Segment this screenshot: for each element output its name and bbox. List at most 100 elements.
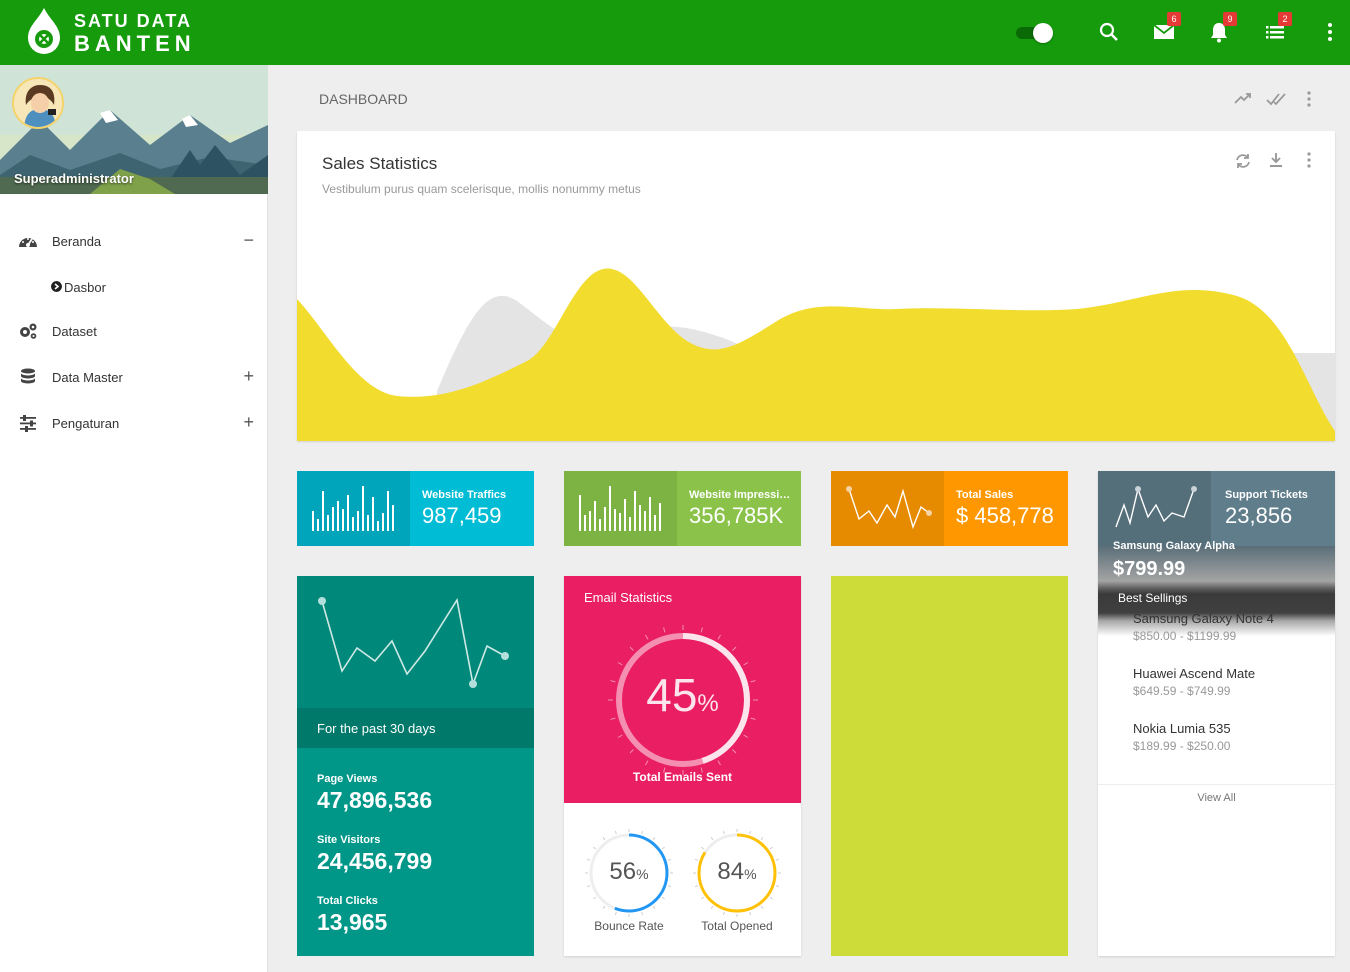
toggle-knob xyxy=(1033,23,1053,43)
section-label: Best Sellings xyxy=(1118,591,1188,605)
product-price: $850.00 - $1199.99 xyxy=(1133,629,1237,643)
brand-line-2: BANTEN xyxy=(74,31,196,56)
stat-value: 23,856 xyxy=(1225,503,1293,528)
sidebar: Superadministrator Beranda − Dasbor Data… xyxy=(0,65,268,972)
product-name[interactable]: Huawei Ascend Mate xyxy=(1133,666,1255,681)
sidebar-item-data-master[interactable]: Data Master + xyxy=(0,354,268,400)
gauge-tick xyxy=(645,760,649,766)
gauge-tick xyxy=(710,837,714,841)
sidebar-item-label: Data Master xyxy=(52,370,123,385)
username: Superadministrator xyxy=(14,171,134,186)
expand-icon[interactable]: + xyxy=(243,412,254,433)
more-vert-icon[interactable] xyxy=(1302,90,1316,108)
sidebar-item-dataset[interactable]: Dataset xyxy=(0,308,268,354)
product-name[interactable]: Nokia Lumia 535 xyxy=(1133,721,1231,736)
gauge-tick xyxy=(769,846,773,850)
gauge-tick xyxy=(614,830,617,835)
sparkline-line xyxy=(1098,471,1211,546)
more-vert-icon[interactable] xyxy=(1318,20,1342,44)
product-name[interactable]: Samsung Galaxy Note 4 xyxy=(1133,611,1274,626)
gauge-label: Total Opened xyxy=(701,919,773,933)
kpi-value: 13,965 xyxy=(317,909,388,935)
profile-banner: Superadministrator xyxy=(0,65,268,194)
gauge-tick xyxy=(661,846,665,850)
gauge-tick xyxy=(749,911,752,916)
gauge-unit: % xyxy=(636,866,649,882)
gauge-value: 84 xyxy=(717,858,745,885)
circle-arrow-right-icon xyxy=(51,281,62,292)
gauge-tick xyxy=(641,911,644,916)
gauge-tick xyxy=(629,749,634,754)
stat-value: 356,785K xyxy=(689,503,784,528)
stat-tile-total-sales[interactable]: Total Sales $ 458,778 xyxy=(831,471,1068,546)
theme-toggle[interactable] xyxy=(1016,23,1054,43)
gauge-tick xyxy=(769,896,773,900)
main-unit: % xyxy=(697,690,719,717)
collapse-icon[interactable]: − xyxy=(243,230,254,251)
kpi-label: Page Views xyxy=(317,773,378,785)
view-all-link[interactable]: View All xyxy=(1098,792,1335,804)
sidebar-menu: Beranda − Dasbor Dataset Data Master + P… xyxy=(0,218,268,446)
traffic-line-chart xyxy=(318,597,509,688)
hero-product-name: Samsung Galaxy Alpha xyxy=(1113,540,1235,552)
gauge-tick xyxy=(661,896,665,900)
gauge-tick xyxy=(710,905,714,909)
sidebar-subitem-dasbor[interactable]: Dasbor xyxy=(0,264,268,308)
hero-product-price: $799.99 xyxy=(1113,558,1186,580)
search-icon[interactable] xyxy=(1097,20,1121,44)
gauge-tick xyxy=(602,837,606,841)
sidebar-item-pengaturan[interactable]: Pengaturan + xyxy=(0,400,268,446)
stat-label: Total Sales xyxy=(956,489,1014,501)
gauge-tick xyxy=(629,646,634,651)
lime-widget-card xyxy=(831,576,1068,956)
trending-up-icon[interactable] xyxy=(1233,90,1253,108)
gauge-tick xyxy=(717,634,721,640)
sidebar-item-label: Dasbor xyxy=(64,280,106,295)
gauge-tick xyxy=(743,734,749,738)
sidebar-item-label: Pengaturan xyxy=(52,416,120,431)
gauge-tick xyxy=(749,830,752,835)
gauge-tick xyxy=(743,662,749,666)
done-all-icon[interactable] xyxy=(1266,90,1288,108)
sidebar-item-label: Dataset xyxy=(52,324,97,339)
gauge-tick xyxy=(641,830,644,835)
stat-label: Support Tickets xyxy=(1225,489,1308,501)
main-gauge-value: 45% xyxy=(564,668,801,722)
gauge-tick xyxy=(593,846,597,850)
gauge-label: Bounce Rate xyxy=(594,919,664,933)
gauge-tick xyxy=(701,846,705,850)
top-app-bar: SATU DATA BANTEN 6 9 2 xyxy=(0,0,1350,65)
mail-badge: 6 xyxy=(1167,12,1181,26)
satu-data-logo-icon[interactable] xyxy=(24,6,64,58)
gauge-unit: % xyxy=(744,866,757,882)
stat-value: 987,459 xyxy=(422,503,502,528)
product-price: $649.59 - $749.99 xyxy=(1133,684,1231,698)
gauge-tick xyxy=(722,911,725,916)
sidebar-item-label: Beranda xyxy=(52,234,102,249)
email-statistics-card: Email Statistics 45% Total Emails Sent 5… xyxy=(564,576,801,956)
sidebar-item-beranda[interactable]: Beranda − xyxy=(0,218,268,264)
gauge-tick xyxy=(645,634,649,640)
avatar[interactable] xyxy=(12,77,64,129)
divider xyxy=(1098,784,1335,785)
period-band: For the past 30 days xyxy=(297,708,534,748)
dashboard-gauge-icon xyxy=(19,238,37,247)
stat-tile-website-impressions[interactable]: Website Impressions 356,785K xyxy=(564,471,801,546)
best-sellings-card: Support Tickets 23,856 Samsung Galaxy Al… xyxy=(1098,471,1335,956)
stat-tile-website-traffics[interactable]: Website Traffics 987,459 xyxy=(297,471,534,546)
main-value: 45 xyxy=(646,669,698,721)
period-label: For the past 30 days xyxy=(317,721,436,736)
sparkline-bars xyxy=(564,471,677,546)
stat-label: Website Traffics xyxy=(422,489,507,501)
gauge-tick xyxy=(593,896,597,900)
brand-line-1: SATU DATA xyxy=(74,11,192,31)
total-opened-value: 84% xyxy=(692,858,782,886)
gauge-tick xyxy=(722,830,725,835)
gauge-tick xyxy=(663,627,666,633)
gauge-tick xyxy=(617,662,623,666)
notification-badge: 9 xyxy=(1223,12,1237,26)
gauge-tick xyxy=(602,905,606,909)
expand-icon[interactable]: + xyxy=(243,366,254,387)
stat-value: $ 458,778 xyxy=(956,503,1054,528)
brand-title[interactable]: SATU DATA BANTEN xyxy=(74,12,196,55)
